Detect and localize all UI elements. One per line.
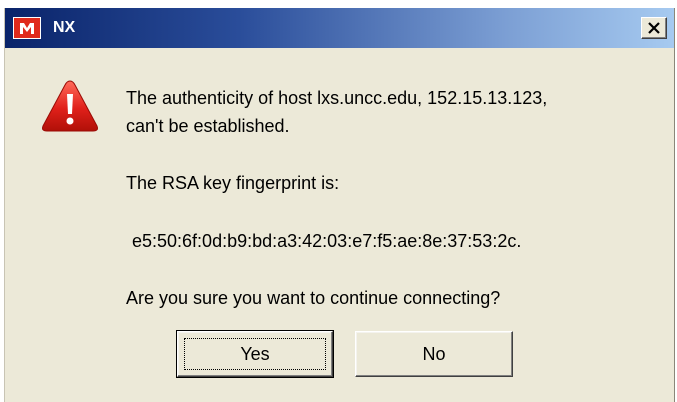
close-x-icon [648,22,660,34]
yes-button-label: Yes [240,344,270,364]
yes-button[interactable]: Yes [176,330,334,378]
message-host-line: The authenticity of host lxs.uncc.edu, 1… [126,88,548,108]
fingerprint-label: The RSA key fingerprint is: [126,173,340,193]
fingerprint-value: e5:50:6f:0d:b9:bd:a3:42:03:e7:f5:ae:8e:3… [132,231,522,251]
window-title: NX [53,19,76,36]
confirm-question: Are you sure you want to continue connec… [126,288,501,308]
dialog-window: NX The authenticity of host lxs.uncc.edu… [4,8,675,402]
title-bar[interactable]: NX [5,8,674,48]
nx-app-logo-icon [13,17,41,39]
no-button[interactable]: No [355,331,513,377]
no-button-label: No [422,344,446,364]
message-status-line: can't be established. [126,116,290,136]
warning-triangle-icon [42,80,98,132]
close-button[interactable] [641,17,667,39]
